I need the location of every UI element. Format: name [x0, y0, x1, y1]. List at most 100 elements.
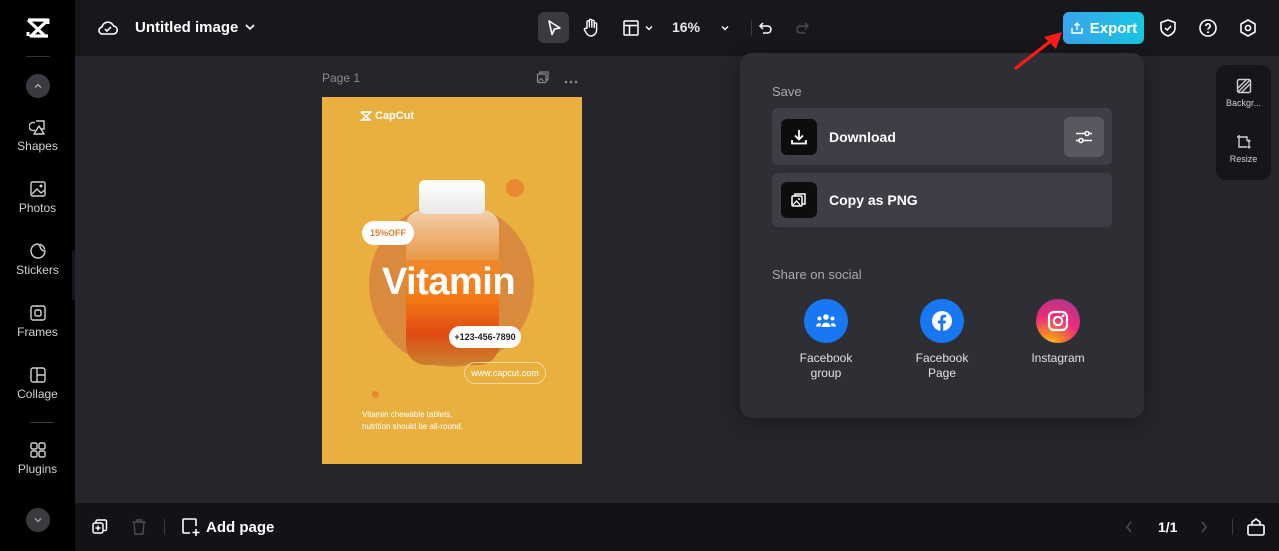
annotation-arrow-icon: [1014, 32, 1062, 70]
zoom-dropdown-button[interactable]: [715, 12, 735, 43]
help-icon: [1199, 19, 1217, 37]
sidebar-item-label: Shapes: [17, 139, 58, 153]
copy-icon-box: [781, 182, 817, 218]
settings-button[interactable]: [1237, 17, 1259, 39]
undo-icon: [758, 21, 772, 34]
bottom-bar: Add page 1/1: [75, 503, 1279, 551]
poster-dot: [506, 179, 524, 197]
instagram-label: Instagram: [1031, 351, 1085, 365]
bottom-separator: [1232, 519, 1233, 535]
background-tool-button[interactable]: Backgr...: [1216, 78, 1271, 108]
zoom-level[interactable]: 16%: [672, 19, 700, 35]
shapes-icon: [28, 120, 45, 135]
hand-tool-button[interactable]: [575, 12, 606, 43]
shield-check-button[interactable]: [1157, 17, 1179, 39]
plugins-icon: [29, 442, 46, 458]
delete-page-button[interactable]: [131, 518, 147, 541]
discount-badge: 15%OFF: [362, 221, 414, 245]
sidebar-separator: [30, 422, 54, 423]
sidebar-divider: [26, 56, 50, 57]
background-icon: [1236, 78, 1251, 94]
document-title[interactable]: Untitled image: [135, 19, 238, 36]
title-menu-chevron-icon[interactable]: [243, 20, 257, 39]
duplicate-image-icon: [536, 71, 549, 84]
copy-as-png-option[interactable]: Copy as PNG: [772, 173, 1112, 227]
facebook-icon: [920, 299, 964, 343]
next-page-button[interactable]: [1199, 520, 1209, 539]
sidebar-item-collage[interactable]: Collage: [0, 366, 75, 401]
scroll-down-button[interactable]: [26, 508, 50, 532]
duplicate-icon: [92, 519, 108, 534]
vitamin-jar-glass: [406, 210, 499, 260]
collage-icon: [29, 367, 46, 383]
share-heading: Share on social: [772, 267, 862, 282]
vitamin-jar-cap: [419, 180, 485, 214]
trash-icon: [132, 519, 146, 535]
add-page-button[interactable]: Add page: [181, 517, 274, 537]
chevron-down-icon: [645, 25, 652, 30]
left-sidebar: Shapes Photos Stickers Frames Collage Pl…: [0, 0, 75, 551]
upload-icon: [1071, 22, 1083, 34]
undo-button[interactable]: [755, 12, 777, 43]
share-facebook-group[interactable]: Facebook group: [781, 299, 871, 381]
more-horizontal-icon: [564, 80, 578, 84]
resize-tool-button[interactable]: Resize: [1216, 134, 1271, 164]
poster-headline: Vitamin: [382, 261, 516, 303]
hand-icon: [583, 18, 597, 37]
poster-dot: [372, 391, 379, 398]
photo-icon: [29, 181, 46, 197]
download-option[interactable]: Download: [772, 108, 1112, 165]
gear-icon: [1240, 19, 1256, 37]
page-more-button[interactable]: [564, 72, 578, 90]
cloud-saved-icon[interactable]: [97, 18, 119, 43]
sticker-icon: [29, 243, 46, 259]
page-label: Page 1: [322, 71, 361, 85]
help-button[interactable]: [1197, 17, 1219, 39]
add-page-icon: [182, 518, 200, 536]
chevron-right-icon: [1201, 521, 1207, 533]
redo-button[interactable]: [791, 12, 813, 43]
facebook-group-icon: [804, 299, 848, 343]
page-panel-toggle-button[interactable]: [1246, 517, 1266, 542]
download-settings-button[interactable]: [1064, 117, 1104, 157]
poster-phone: +123-456-7890: [449, 326, 521, 348]
duplicate-page-bottom-button[interactable]: [91, 518, 109, 541]
facebook-group-label: Facebook group: [799, 351, 853, 380]
download-icon: [791, 129, 807, 144]
share-facebook-page[interactable]: Facebook Page: [897, 299, 987, 381]
sidebar-item-stickers[interactable]: Stickers: [0, 242, 75, 277]
share-instagram[interactable]: Instagram: [1013, 299, 1103, 366]
resize-icon: [1236, 135, 1251, 149]
right-tool-panel: Backgr... Resize: [1216, 65, 1271, 180]
sidebar-item-shapes[interactable]: Shapes: [0, 118, 75, 153]
poster-website: www.capcut.com: [464, 362, 546, 384]
poster-canvas[interactable]: CapCut 15%OFF Vitamin +123-456-7890 www.…: [322, 97, 582, 464]
copy-image-icon: [791, 193, 806, 207]
sidebar-item-plugins[interactable]: Plugins: [0, 441, 75, 476]
toolbar-separator: [751, 20, 752, 36]
capcut-logo-icon[interactable]: [22, 14, 54, 42]
copy-as-png-label: Copy as PNG: [829, 192, 918, 208]
sidebar-item-frames[interactable]: Frames: [0, 304, 75, 339]
previous-page-button[interactable]: [1124, 520, 1134, 539]
poster-brand-logo: CapCut: [360, 110, 414, 122]
sliders-icon: [1076, 130, 1092, 144]
facebook-page-label: Facebook Page: [915, 351, 969, 380]
download-label: Download: [829, 128, 896, 145]
export-label: Export: [1089, 19, 1138, 37]
download-icon-box: [781, 118, 817, 155]
export-button[interactable]: Export: [1063, 12, 1144, 44]
sidebar-item-label: Stickers: [16, 263, 59, 277]
instagram-icon: [1036, 299, 1080, 343]
select-tool-button[interactable]: [538, 12, 569, 43]
scroll-up-button[interactable]: [26, 74, 50, 98]
layout-menu-button[interactable]: [618, 12, 658, 43]
sidebar-item-photos[interactable]: Photos: [0, 180, 75, 215]
shield-check-icon: [1160, 19, 1176, 37]
export-panel: Save Download Copy as PNG Share on socia…: [740, 53, 1144, 418]
page-counter: 1/1: [1158, 519, 1178, 535]
save-heading: Save: [772, 84, 802, 99]
page-panel-icon: [1247, 518, 1265, 536]
capcut-logo-icon: [360, 111, 372, 121]
duplicate-page-button[interactable]: [536, 70, 550, 89]
